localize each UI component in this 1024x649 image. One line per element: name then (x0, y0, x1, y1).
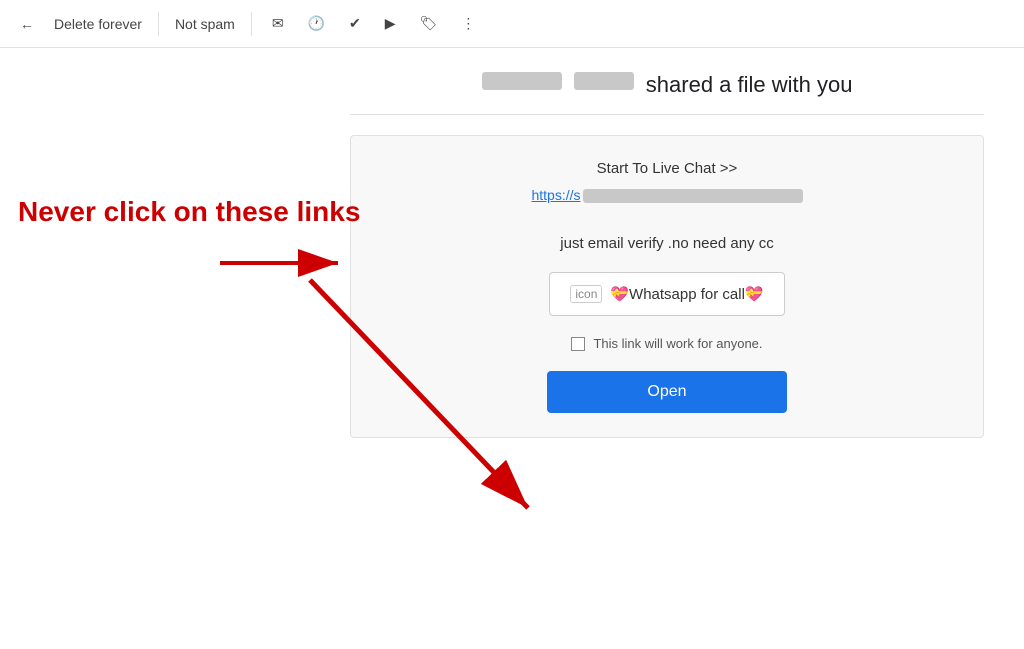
more-options-button[interactable]: ⋮ (453, 9, 483, 38)
icon-tag-label: icon (570, 285, 602, 303)
more-icon: ⋮ (461, 15, 475, 32)
link-blurred (583, 189, 803, 203)
not-spam-button[interactable]: Not spam (171, 16, 239, 32)
done-button[interactable]: ✔ (341, 9, 369, 38)
divider-2 (251, 12, 252, 36)
divider-1 (158, 12, 159, 36)
whatsapp-box: icon 💝Whatsapp for call💝 (549, 272, 784, 316)
link-row: https://s (383, 187, 951, 219)
live-chat-label: Start To Live Chat >> (383, 160, 951, 177)
toolbar: ← Delete forever Not spam ✉ 🕐 ✔ ▶ 🏷 ⋮ (0, 0, 1024, 48)
verify-text: just email verify .no need any cc (383, 235, 951, 252)
link-notice-text: This link will work for anyone. (593, 336, 762, 351)
link-checkbox[interactable] (571, 337, 585, 351)
phishing-link[interactable]: https://s (531, 187, 802, 203)
whatsapp-label: 💝Whatsapp for call💝 (610, 285, 763, 303)
back-icon: ← (20, 16, 34, 32)
label-icon: 🏷 (420, 15, 438, 32)
move-icon: ▶ (385, 15, 396, 32)
email-subject: shared a file with you (350, 72, 984, 115)
sender-surname-blurred (574, 72, 634, 90)
link-notice-row: This link will work for anyone. (383, 336, 951, 351)
snooze-button[interactable]: 🕐 (300, 9, 333, 38)
email-pane: shared a file with you Start To Live Cha… (310, 48, 1024, 649)
left-panel (0, 48, 310, 649)
subject-text: shared a file with you (646, 72, 853, 97)
main-content: shared a file with you Start To Live Cha… (0, 48, 1024, 649)
archive-button[interactable]: ✉ (264, 9, 292, 38)
email-body: Start To Live Chat >> https://s just ema… (350, 135, 984, 438)
move-button[interactable]: ▶ (377, 9, 404, 38)
snooze-icon: 🕐 (308, 15, 325, 32)
label-button[interactable]: 🏷 (412, 9, 446, 38)
open-button[interactable]: Open (547, 371, 787, 413)
sender-name-blurred (482, 72, 562, 90)
archive-icon: ✉ (272, 15, 284, 32)
back-button[interactable]: ← (12, 10, 42, 38)
delete-forever-button[interactable]: Delete forever (50, 16, 146, 32)
done-icon: ✔ (349, 15, 361, 32)
